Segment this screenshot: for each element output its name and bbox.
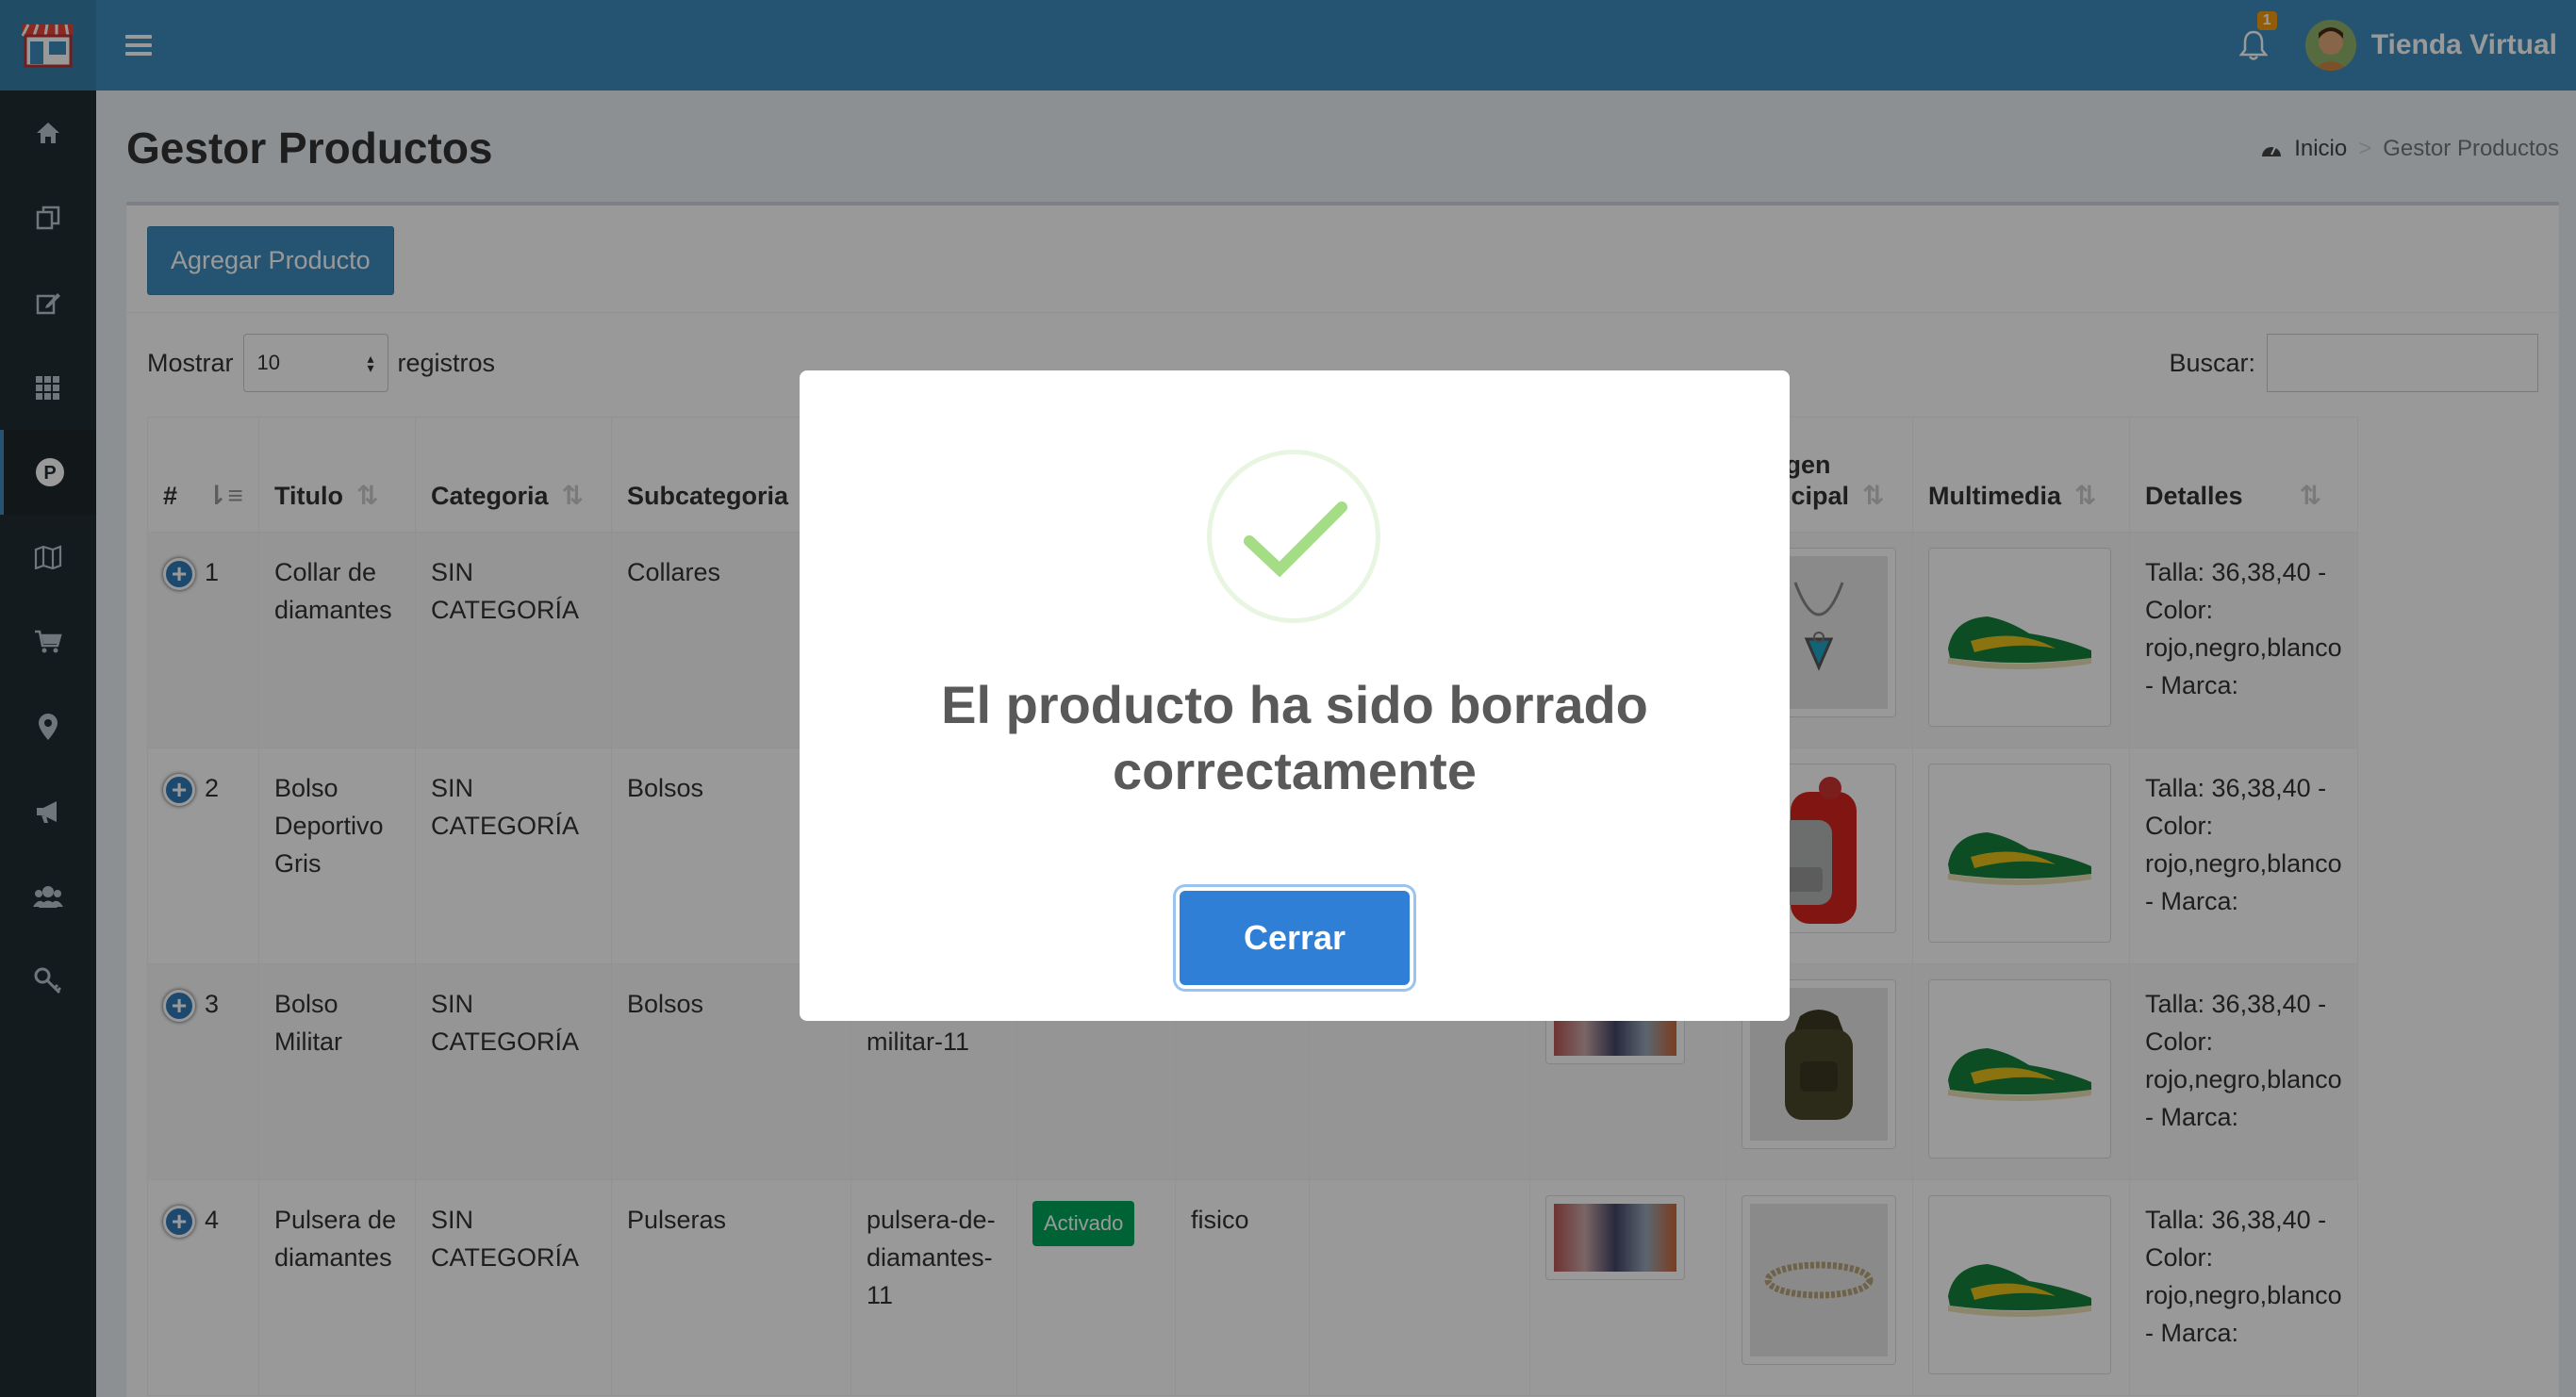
success-dialog: El producto ha sido borrado correctament… [800,370,1790,1021]
close-button[interactable]: Cerrar [1180,891,1410,985]
dialog-message: El producto ha sido borrado correctament… [941,675,1648,800]
success-check-icon [1207,450,1380,623]
